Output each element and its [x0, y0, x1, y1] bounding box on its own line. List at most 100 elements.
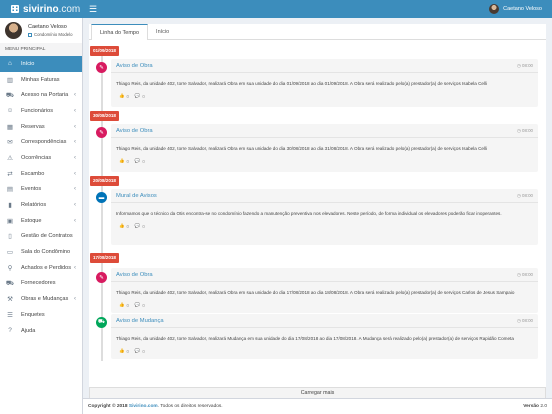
home-icon: ⌂ [8, 60, 12, 68]
timeline-item-footer: 👍 0 💬 0 [111, 223, 538, 233]
timeline-item-body: Thiago Reis, da unidade 402, torre Salva… [116, 336, 514, 341]
like-icon[interactable]: 👍 [119, 158, 124, 164]
rights-text: . Todos os direitos reservados. [157, 404, 223, 409]
chevron-left-icon: ‹ [74, 186, 76, 193]
sidebar-item-obras-e-mudancas[interactable]: ⚒ Obras e Mudanças ‹ [0, 291, 82, 307]
timeline-item-time: ◷ 08:00 [516, 62, 533, 68]
like-count: 0 [126, 348, 129, 354]
sidebar-item-label: Minhas Faturas [21, 76, 60, 83]
timeline-item-body: Thiago Reis, da unidade 402, torre Salva… [116, 290, 515, 295]
timeline-item: Aviso de Obra ◷ 08:00 Thiago Reis, da unid… [111, 59, 538, 107]
comment-count: 0 [142, 348, 145, 354]
timeline-line [101, 46, 103, 361]
file-icon: ▯ [8, 233, 12, 241]
sidebar-item-ajuda[interactable]: ? Ajuda [0, 323, 82, 339]
chevron-left-icon: ‹ [74, 264, 76, 271]
brand-name: sivirino [23, 3, 59, 15]
sidebar-item-sala-do-condomino[interactable]: ▭ Sala do Condômino [0, 244, 82, 260]
timeline-item-header: Aviso de Mudança ◷ 08:00 [111, 314, 538, 328]
sidebar-item-ocorrencias[interactable]: ⚠ Ocorrências ‹ [0, 150, 82, 166]
sidebar-item-escambo[interactable]: ⇄ Escambo ‹ [0, 166, 82, 182]
sidebar-item-label: Relatórios [21, 202, 47, 209]
sidebar-item-reservas[interactable]: ▦ Reservas ‹ [0, 119, 82, 135]
sidebar-item-eventos[interactable]: ▤ Eventos ‹ [0, 182, 82, 198]
exchange-icon: ⇄ [7, 170, 13, 178]
sidebar-item-funcionarios[interactable]: ☺ Funcionários ‹ [0, 103, 82, 119]
checkbox-icon [28, 32, 32, 37]
sidebar-item-label: Gestão de Contratos [21, 233, 73, 240]
calendar-check-icon: ▦ [6, 123, 14, 131]
timeline-item-time: ◷ 08:00 [516, 317, 533, 323]
tab-linha-do-tempo[interactable]: Linha do Tempo [91, 24, 149, 40]
sidebar-user-name: Caetano Veloso [28, 24, 67, 30]
chevron-left-icon: ‹ [74, 202, 76, 209]
sidebar: Caetano Veloso Condomínio Modelo MENU PR… [0, 18, 83, 414]
like-icon[interactable]: 👍 [119, 223, 124, 229]
time-value: 08:00 [522, 192, 533, 198]
sidebar-item-minhas-faturas[interactable]: ▥ Minhas Faturas [0, 72, 82, 88]
timeline-item-header: Aviso de Obra ◷ 08:00 [111, 59, 538, 73]
chevron-left-icon: ‹ [74, 154, 76, 161]
like-count: 0 [126, 158, 129, 164]
wrench-icon: ⚒ [7, 296, 13, 304]
building-icon [11, 5, 19, 13]
sidebar-item-relatorios[interactable]: ▮ Relatórios ‹ [0, 197, 82, 213]
sidebar-item-label: Ajuda [21, 327, 36, 334]
chevron-left-icon: ‹ [74, 92, 76, 99]
site-link[interactable]: Sivirino.com [129, 404, 158, 409]
sidebar-item-label: Obras e Mudanças [21, 296, 69, 303]
wrench-icon: ✎ [96, 62, 107, 73]
help-icon: ? [8, 327, 12, 335]
sidebar-item-fornecedores[interactable]: ⛟ Fornecedores [0, 276, 82, 292]
sidebar-item-gestao-de-contratos[interactable]: ▯ Gestão de Contratos [0, 229, 82, 245]
comment-icon[interactable]: 💬 [135, 93, 140, 99]
wrench-icon: ✎ [96, 272, 107, 283]
like-icon[interactable]: 👍 [119, 348, 124, 354]
timeline-item-header: Aviso de Obra ◷ 08:00 [111, 268, 538, 282]
chevron-left-icon: ‹ [74, 107, 76, 114]
comment-icon[interactable]: 💬 [135, 223, 140, 229]
truck-icon: ⛟ [5, 279, 15, 287]
timeline-item-time: ◷ 08:00 [516, 271, 533, 277]
like-count: 0 [126, 302, 129, 308]
timeline-item: Aviso de Mudança ◷ 08:00 Thiago Reis, da u… [111, 314, 538, 359]
timeline-item: Aviso de Obra ◷ 08:00 Thiago Reis, da unid… [111, 124, 538, 172]
tab-inicio[interactable]: Início [148, 24, 177, 39]
sidebar-item-enquetes[interactable]: ☰ Enquetes [0, 307, 82, 323]
version-label: Versão [523, 404, 539, 409]
timeline-item-body: Thiago Reis, da unidade 402, torre Salva… [116, 81, 488, 86]
timeline-date-badge: 20/08/2018 [90, 176, 119, 186]
like-icon[interactable]: 👍 [119, 93, 124, 99]
sidebar-item-inicio[interactable]: ⌂ Início [0, 56, 82, 72]
notice-icon: ▬ [96, 192, 107, 203]
like-icon[interactable]: 👍 [119, 302, 124, 308]
timeline-item-footer: 👍 0 💬 0 [111, 93, 538, 103]
sidebar-item-achados-e-perdidos[interactable]: ⚲ Achados e Perdidos ‹ [0, 260, 82, 276]
timeline-item-footer: 👍 0 💬 0 [111, 158, 538, 168]
sidebar-item-label: Eventos [21, 186, 42, 193]
footer: Copyright © 2018 Sivirino.com. Todos os … [83, 398, 552, 414]
timeline-item-header: Mural de Avisos ◷ 08:00 [111, 189, 538, 203]
timeline-item-footer: 👍 0 💬 0 [111, 348, 538, 358]
sidebar-item-correspondencias[interactable]: ✉ Correspondências ‹ [0, 134, 82, 150]
timeline-item-body: Informamos que o técnico da Otis encontr… [116, 211, 502, 216]
comment-icon[interactable]: 💬 [135, 348, 140, 354]
comment-icon[interactable]: 💬 [135, 158, 140, 164]
sidebar-item-label: Funcionários [21, 107, 54, 114]
sidebar-item-estoque[interactable]: ▣ Estoque ‹ [0, 213, 82, 229]
user-panel: Caetano Veloso Condomínio Modelo [0, 18, 82, 43]
timeline-item-title[interactable]: Mural de Avisos [116, 193, 157, 199]
sidebar-item-acesso-na-portaria[interactable]: ⛟ Acesso na Portaria ‹ [0, 87, 82, 103]
user-menu[interactable]: Caetano Veloso [489, 4, 552, 14]
sidebar-item-label: Estoque [21, 217, 42, 224]
brand-logo[interactable]: sivirino .com [0, 0, 83, 18]
comment-count: 0 [142, 302, 145, 308]
comment-icon[interactable]: 💬 [135, 302, 140, 308]
sidebar-toggle-icon[interactable]: ☰ [89, 4, 99, 15]
timeline-item-title[interactable]: Aviso de Obra [116, 128, 153, 134]
timeline-item-title[interactable]: Aviso de Obra [116, 63, 153, 69]
timeline-item-title[interactable]: Aviso de Mudança [116, 318, 164, 324]
timeline-item-title[interactable]: Aviso de Obra [116, 272, 153, 278]
condominio-label[interactable]: Condomínio Modelo [28, 32, 72, 37]
copyright-text: Copyright © 2018 [88, 404, 128, 409]
